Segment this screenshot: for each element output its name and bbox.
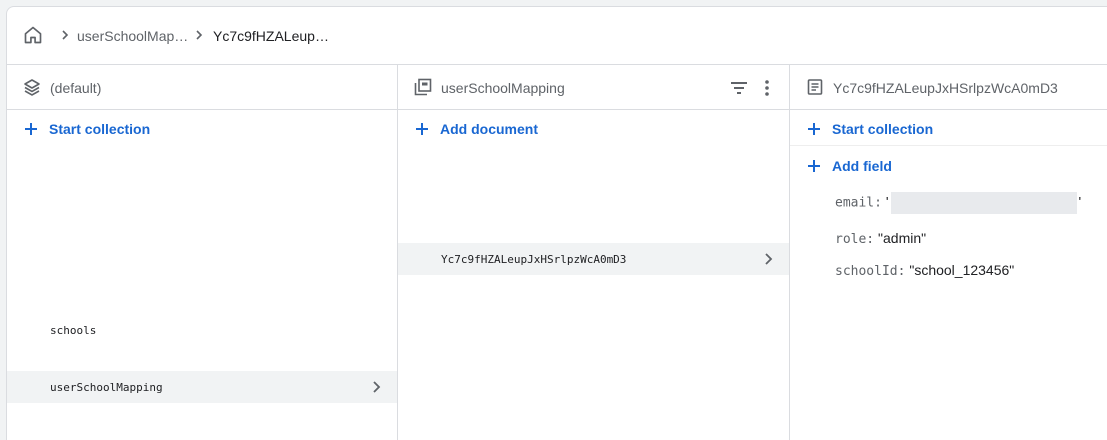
plus-icon: [416, 123, 428, 135]
field-value-close-quote: ': [1078, 193, 1082, 210]
field-row-schoolId[interactable]: schoolId: "school_123456": [835, 262, 1014, 280]
root-panel: (default) Start collection schools userS…: [7, 65, 398, 440]
field-key: email:: [835, 195, 882, 211]
collection-name: schools: [50, 323, 97, 337]
collection-icon: [414, 78, 432, 96]
chevron-right-icon: [62, 30, 69, 40]
document-icon: [807, 79, 823, 95]
field-key: role:: [835, 232, 875, 247]
document-panel: Yc7c9fHZALeupJxHSrlpzWcA0mD3 Start colle…: [790, 65, 1107, 440]
chevron-right-icon: [765, 253, 773, 265]
start-collection-button[interactable]: Start collection: [23, 119, 150, 139]
root-panel-title: (default): [50, 80, 102, 96]
chevron-right-icon: [196, 30, 203, 40]
breadcrumb-document[interactable]: Yc7c9fHZALeup…: [213, 28, 329, 44]
add-document-label: Add document: [440, 121, 538, 137]
field-row-email[interactable]: email: ' ': [835, 192, 1081, 214]
document-panel-title: Yc7c9fHZALeupJxHSrlpzWcA0mD3: [833, 80, 1058, 96]
collection-item-userSchoolMapping[interactable]: userSchoolMapping: [7, 371, 397, 403]
start-collection-label: Start collection: [49, 121, 151, 137]
plus-icon: [808, 160, 820, 172]
field-value: "school_123456": [909, 262, 1015, 278]
collection-panel-header: userSchoolMapping: [398, 65, 789, 110]
chevron-right-icon: [373, 381, 381, 393]
collection-panel: userSchoolMapping Add document Yc7c9fHZA…: [398, 65, 790, 440]
plus-icon: [25, 123, 37, 135]
plus-icon: [808, 123, 820, 135]
firestore-data-viewer: userSchoolMap… Yc7c9fHZALeup… (default) …: [6, 6, 1107, 440]
collection-panel-title: userSchoolMapping: [441, 80, 565, 96]
filter-icon[interactable]: [729, 78, 749, 98]
add-field-button[interactable]: Add field: [806, 156, 892, 176]
field-value: "admin": [878, 230, 927, 246]
start-subcollection-label: Start collection: [832, 121, 934, 137]
home-icon[interactable]: [23, 25, 43, 45]
divider: [790, 145, 1107, 146]
add-field-label: Add field: [832, 158, 892, 174]
breadcrumb: userSchoolMap… Yc7c9fHZALeup…: [7, 7, 1107, 65]
collection-item-schools[interactable]: schools: [7, 314, 397, 346]
document-item[interactable]: Yc7c9fHZALeupJxHSrlpzWcA0mD3: [398, 243, 789, 275]
more-vert-icon[interactable]: [757, 78, 777, 98]
field-value-open-quote: ': [885, 193, 889, 210]
add-document-button[interactable]: Add document: [414, 119, 538, 139]
collection-name: userSchoolMapping: [50, 380, 163, 394]
document-id: Yc7c9fHZALeupJxHSrlpzWcA0mD3: [441, 252, 627, 266]
field-row-role[interactable]: role: "admin": [835, 230, 926, 248]
document-panel-header: Yc7c9fHZALeupJxHSrlpzWcA0mD3: [790, 65, 1107, 110]
field-key: schoolId:: [835, 264, 906, 279]
redacted-value: [890, 192, 1077, 214]
database-icon: [24, 79, 40, 96]
root-panel-header: (default): [7, 65, 397, 110]
breadcrumb-collection[interactable]: userSchoolMap…: [77, 28, 188, 44]
start-subcollection-button[interactable]: Start collection: [806, 119, 933, 139]
